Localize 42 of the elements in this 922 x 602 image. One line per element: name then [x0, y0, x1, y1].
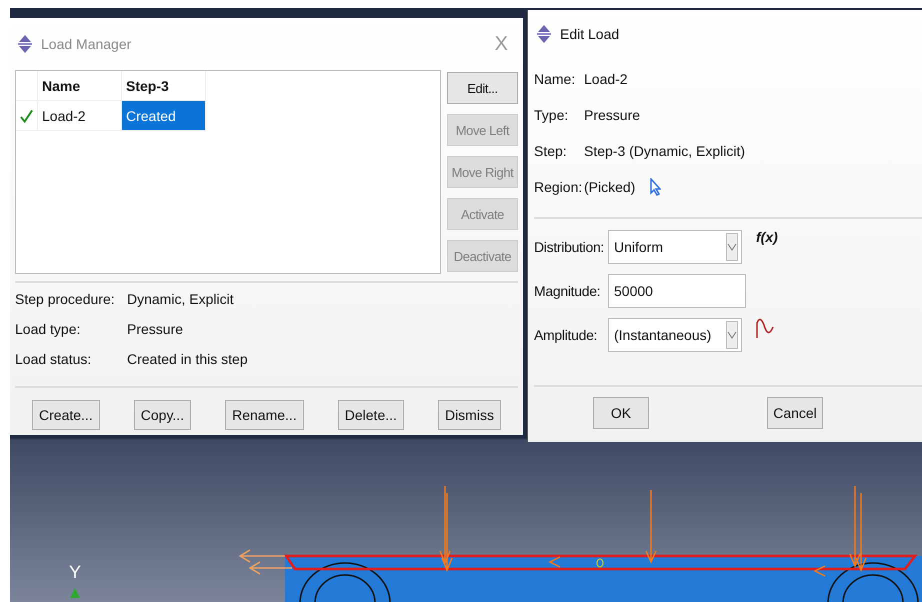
- info-value: Dynamic, Explicit: [127, 291, 234, 307]
- info-value: (Picked): [584, 179, 636, 195]
- dialog-button[interactable]: Cancel: [767, 397, 823, 429]
- dialog-button[interactable]: Delete...: [338, 400, 404, 430]
- info-label: Step:: [534, 143, 568, 159]
- dialog-button[interactable]: Create...: [32, 400, 100, 430]
- side-button[interactable]: Edit...: [447, 72, 518, 104]
- info-value: Created in this step: [127, 351, 248, 367]
- magnitude-field[interactable]: 50000: [608, 274, 746, 308]
- dialog-title: Load Manager: [41, 36, 132, 52]
- dropdown-field[interactable]: Uniform: [608, 230, 742, 264]
- dropdown-field[interactable]: (Instantaneous): [608, 318, 742, 352]
- field-label: Amplitude:: [534, 327, 598, 343]
- info-value: Pressure: [584, 107, 640, 123]
- field-label: Magnitude:: [534, 283, 602, 299]
- info-value: Step-3 (Dynamic, Explicit): [584, 143, 746, 159]
- info-label: Load status:: [15, 351, 92, 367]
- caret-icon: [726, 233, 738, 261]
- info-value: Pressure: [127, 321, 184, 337]
- app-logo-icon: [536, 24, 552, 44]
- caret-icon: [726, 321, 738, 349]
- model-viewport[interactable]: Y: [10, 438, 922, 602]
- cursor-arrow-icon[interactable]: [649, 178, 662, 196]
- column-header[interactable]: Name: [38, 71, 122, 101]
- dialog-button[interactable]: Rename...: [225, 400, 304, 430]
- dialog-button[interactable]: Copy...: [134, 400, 192, 430]
- info-value: Load-2: [584, 71, 628, 87]
- dialog-button[interactable]: OK: [593, 397, 649, 429]
- table-cell[interactable]: Created: [122, 101, 206, 131]
- function-label[interactable]: f(x): [756, 229, 778, 245]
- info-label: Region:: [534, 179, 584, 195]
- check-icon[interactable]: [20, 108, 33, 122]
- wave-icon[interactable]: [756, 317, 774, 339]
- info-label: Type:: [534, 107, 570, 123]
- app-logo-icon: [17, 34, 33, 54]
- axis-label: Y: [69, 562, 82, 582]
- info-label: Name:: [534, 71, 576, 87]
- dialog-button[interactable]: Dismiss: [438, 400, 501, 430]
- info-label: Step procedure:: [15, 291, 116, 307]
- field-label: Distribution:: [534, 239, 604, 255]
- dialog-title: Edit Load: [560, 26, 620, 42]
- info-label: Load type:: [15, 321, 82, 337]
